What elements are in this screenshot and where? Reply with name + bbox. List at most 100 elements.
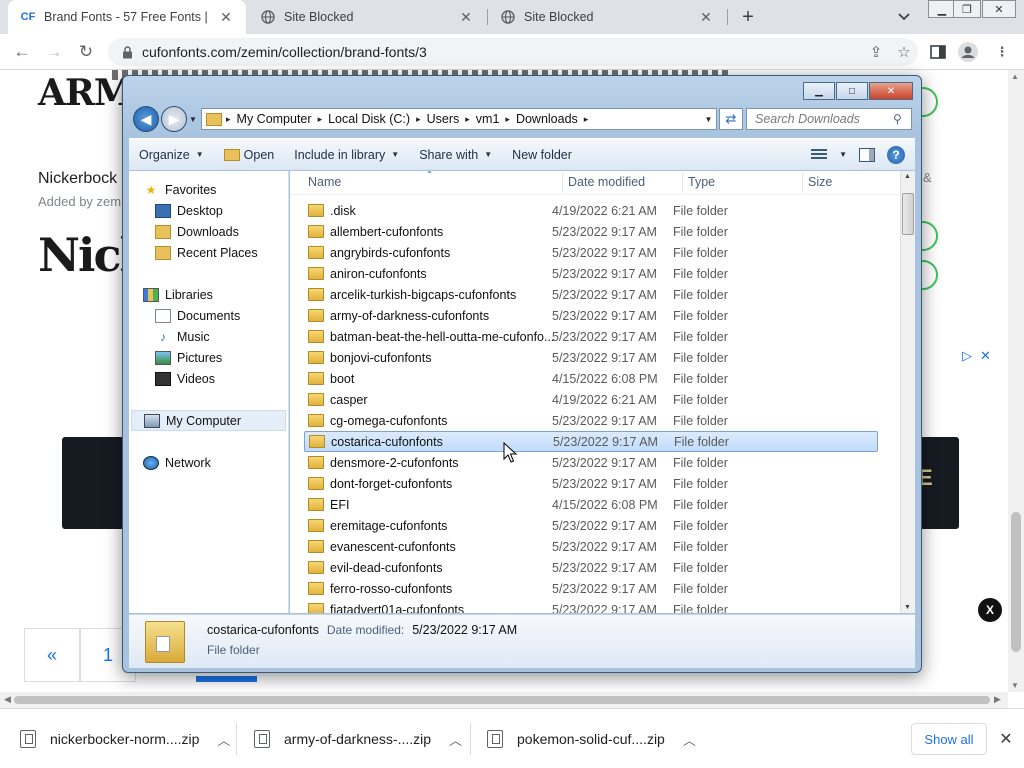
breadcrumb-vm1[interactable]: vm1 — [470, 112, 506, 126]
ad-choices-icon[interactable]: ▷ — [962, 348, 972, 364]
change-view-icon[interactable] — [811, 148, 828, 161]
close-tab-icon[interactable]: ✕ — [458, 9, 474, 25]
scrollbar-thumb[interactable] — [14, 696, 990, 704]
close-tab-icon[interactable]: ✕ — [218, 9, 234, 25]
preview-pane-icon[interactable] — [859, 147, 875, 162]
scroll-up-arrow-icon[interactable]: ▲ — [1011, 72, 1019, 81]
scroll-down-arrow-icon[interactable]: ▼ — [1011, 681, 1019, 690]
file-row[interactable]: arcelik-turkish-bigcaps-cufonfonts 5/23/2… — [304, 284, 878, 305]
file-row[interactable]: dont-forget-cufonfonts 5/23/2022 9:17 AM F… — [304, 473, 878, 494]
restore-window-button[interactable]: ❐ — [953, 0, 981, 18]
breadcrumb-arrow-icon[interactable]: ▸ — [584, 114, 589, 125]
file-list-scrollbar[interactable]: ▲ ▼ — [900, 171, 915, 613]
file-row[interactable]: evil-dead-cufonfonts 5/23/2022 9:17 AM Fil… — [304, 557, 878, 578]
file-row[interactable]: aniron-cufonfonts 5/23/2022 9:17 AM File f… — [304, 263, 878, 284]
include-in-library-menu[interactable]: Include in library ▼ — [284, 139, 409, 171]
file-row[interactable]: costarica-cufonfonts 5/23/2022 9:17 AM Fil… — [304, 431, 878, 452]
breadcrumb-downloads[interactable]: Downloads — [510, 112, 584, 126]
download-item[interactable]: army-of-darkness-....zip ︿ — [234, 709, 462, 768]
side-panel-icon[interactable] — [928, 42, 948, 62]
share-icon[interactable]: ⇪ — [862, 42, 890, 62]
breadcrumb-local-disk[interactable]: Local Disk (C:) — [322, 112, 416, 126]
bookmark-star-icon[interactable]: ☆ — [890, 42, 918, 62]
column-header-date[interactable]: Date modified — [562, 175, 645, 191]
minimize-window-button[interactable]: ▁ — [928, 0, 956, 18]
dialog-minimize-button[interactable]: ▁ — [803, 82, 835, 100]
address-history-dropdown-icon[interactable]: ▼ — [700, 115, 716, 124]
download-item[interactable]: nickerbocker-norm....zip ︿ — [0, 709, 230, 768]
scroll-down-arrow-icon[interactable]: ▼ — [904, 604, 911, 611]
scrollbar-thumb[interactable] — [902, 193, 914, 235]
organize-menu[interactable]: Organize ▼ — [129, 139, 214, 171]
nav-favorites[interactable]: ★ Favorites — [143, 179, 301, 200]
open-button[interactable]: Open — [214, 139, 285, 171]
breadcrumb-my-computer[interactable]: My Computer — [231, 112, 318, 126]
file-row[interactable]: boot 4/15/2022 6:08 PM File folder — [304, 368, 878, 389]
close-ad-button[interactable]: X — [978, 598, 1002, 622]
new-tab-button[interactable]: + — [736, 5, 760, 29]
ad-close-icon[interactable]: ✕ — [980, 348, 991, 364]
recent-pages-dropdown-icon[interactable]: ▼ — [189, 115, 201, 124]
download-item[interactable]: pokemon-solid-cuf....zip ︿ — [467, 709, 696, 768]
file-row[interactable]: allembert-cufonfonts 5/23/2022 9:17 AM Fil… — [304, 221, 878, 242]
address-bar[interactable]: cufonfonts.com/zemin/collection/brand-fo… — [108, 38, 918, 66]
scroll-right-arrow-icon[interactable]: ▶ — [994, 694, 1001, 705]
new-folder-button[interactable]: New folder — [502, 139, 582, 171]
nav-my-computer[interactable]: My Computer — [131, 410, 286, 431]
file-row[interactable]: EFI 4/15/2022 6:08 PM File folder — [304, 494, 878, 515]
back-arrow-icon[interactable]: ◀ — [133, 106, 159, 132]
file-row[interactable]: evanescent-cufonfonts 5/23/2022 9:17 AM Fi… — [304, 536, 878, 557]
file-row[interactable]: densmore-2-cufonfonts 5/23/2022 9:17 AM Fi… — [304, 452, 878, 473]
dialog-maximize-button[interactable]: □ — [836, 82, 868, 100]
column-header-size[interactable]: Size — [802, 175, 832, 191]
chrome-menu-icon[interactable]: ⋮ — [992, 42, 1012, 62]
dialog-close-button[interactable]: ✕ — [869, 82, 913, 100]
column-header-type[interactable]: Type — [682, 175, 715, 191]
file-row[interactable]: ferro-rosso-cufonfonts 5/23/2022 9:17 AM F… — [304, 578, 878, 599]
file-row[interactable]: .disk 4/19/2022 6:21 AM File folder — [304, 200, 878, 221]
show-all-downloads-button[interactable]: Show all — [911, 723, 987, 755]
tab-site-blocked-2[interactable]: Site Blocked ✕ — [488, 0, 726, 34]
pagination-prev-button[interactable]: « — [24, 628, 80, 682]
search-downloads-input[interactable]: Search Downloads ⚲ — [746, 108, 912, 130]
close-window-button[interactable]: ✕ — [982, 0, 1016, 18]
search-icon[interactable]: ⚲ — [893, 112, 911, 126]
scroll-left-arrow-icon[interactable]: ◀ — [4, 694, 11, 705]
chevron-up-icon[interactable]: ︿ — [449, 730, 462, 749]
file-row[interactable]: fiatadvert01a-cufonfonts 5/23/2022 9:17 A… — [304, 599, 878, 613]
lock-icon[interactable] — [120, 45, 134, 59]
file-row[interactable]: army-of-darkness-cufonfonts 5/23/2022 9:1… — [304, 305, 878, 326]
view-dropdown-arrow-icon[interactable]: ▼ — [839, 150, 847, 159]
help-icon[interactable]: ? — [887, 145, 905, 164]
file-row[interactable]: angrybirds-cufonfonts 5/23/2022 9:17 AM Fi… — [304, 242, 878, 263]
back-button[interactable]: ← — [10, 40, 34, 64]
page-horizontal-scrollbar[interactable]: ◀ ▶ — [0, 692, 1008, 708]
nav-network[interactable]: Network — [143, 452, 301, 473]
tab-search-chevron-icon[interactable] — [894, 7, 914, 27]
tab-site-blocked-1[interactable]: Site Blocked ✕ — [248, 0, 486, 34]
scrollbar-thumb[interactable] — [1011, 512, 1021, 652]
refresh-icon[interactable]: ⇄ — [719, 108, 743, 130]
file-row[interactable]: casper 4/19/2022 6:21 AM File folder — [304, 389, 878, 410]
close-tab-icon[interactable]: ✕ — [698, 9, 714, 25]
file-row[interactable]: eremitage-cufonfonts 5/23/2022 9:17 AM Fil… — [304, 515, 878, 536]
forward-button[interactable]: → — [42, 40, 66, 64]
file-row[interactable]: bonjovi-cufonfonts 5/23/2022 9:17 AM File … — [304, 347, 878, 368]
share-with-menu[interactable]: Share with ▼ — [409, 139, 502, 171]
chevron-up-icon[interactable]: ︿ — [683, 730, 696, 749]
explorer-address-bar[interactable]: ▸ My Computer ▸ Local Disk (C:) ▸ Users … — [201, 108, 717, 130]
tab-brand-fonts[interactable]: CF Brand Fonts - 57 Free Fonts | Do ✕ — [8, 0, 246, 34]
profile-avatar-icon[interactable] — [958, 42, 978, 62]
column-header-name[interactable]: Name — [302, 175, 341, 191]
chevron-up-icon[interactable]: ︿ — [217, 730, 230, 749]
breadcrumb-users[interactable]: Users — [421, 112, 466, 126]
scroll-up-arrow-icon[interactable]: ▲ — [904, 173, 911, 180]
close-download-bar-icon[interactable]: ✕ — [996, 729, 1016, 749]
font-title-nickerbocker[interactable]: Nickerbock — [38, 170, 117, 188]
file-row[interactable]: cg-omega-cufonfonts 5/23/2022 9:17 AM File… — [304, 410, 878, 431]
reload-button[interactable]: ↻ — [74, 40, 98, 64]
url-text[interactable]: cufonfonts.com/zemin/collection/brand-fo… — [142, 44, 862, 60]
nav-libraries[interactable]: Libraries — [143, 284, 301, 305]
file-row[interactable]: batman-beat-the-hell-outta-me-cufonfo...… — [304, 326, 878, 347]
page-vertical-scrollbar[interactable]: ▲ ▼ — [1008, 70, 1024, 692]
